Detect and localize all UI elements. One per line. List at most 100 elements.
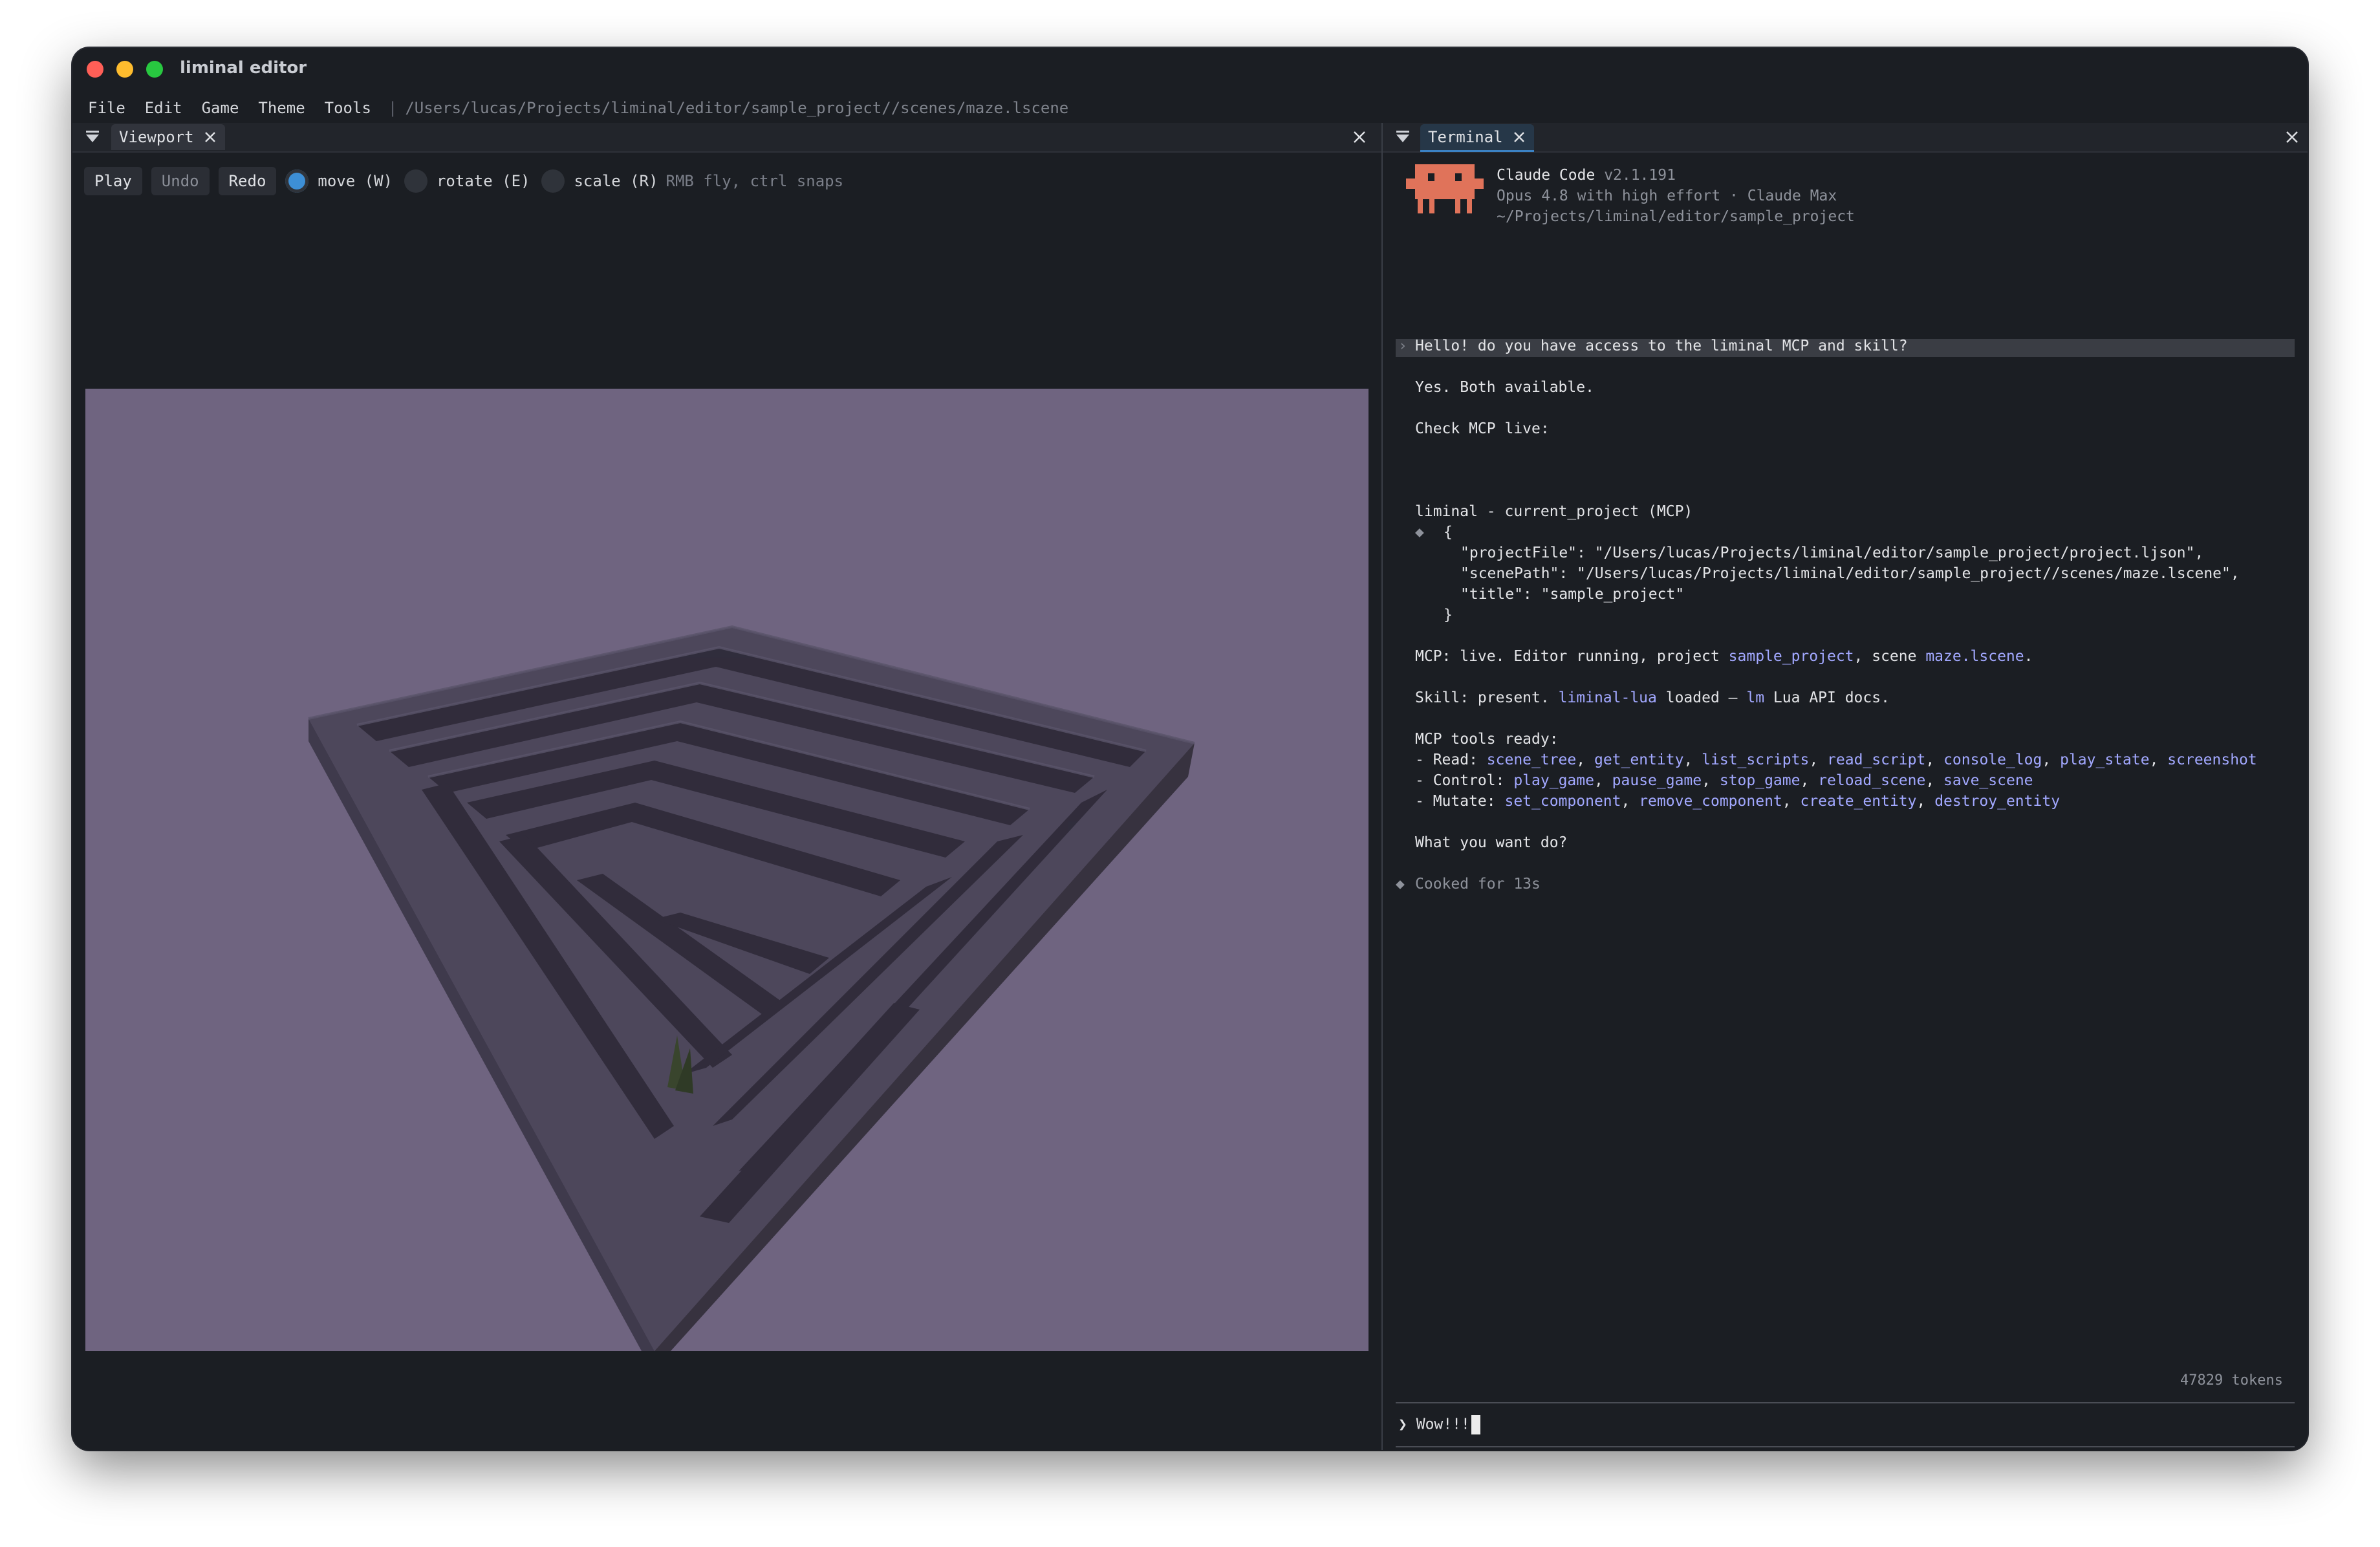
mcp-status-prefix: MCP: live. Editor running, project: [1415, 648, 1729, 665]
json-line-open: {: [1444, 524, 1453, 541]
scale-mode-radio[interactable]: [541, 169, 565, 193]
rotate-mode-radio[interactable]: [404, 169, 427, 193]
viewport-toolbar: Play Undo Redo move (W) rotate (E) scale…: [84, 166, 843, 197]
editor-window: liminal editor File Edit Game Theme Tool…: [72, 48, 2308, 1450]
user-message-marker: ›: [1398, 338, 1407, 354]
json-line-project: "projectFile": "/Users/lucas/Projects/li…: [1460, 545, 2204, 561]
tool-name: pause_game: [1612, 772, 1702, 789]
skill-status-mid: loaded —: [1656, 689, 1747, 706]
terminal-input-line[interactable]: ❯ Wow!!!: [1398, 1415, 1480, 1434]
viewport-hint: RMB fly, ctrl snaps: [665, 172, 844, 190]
claude-header-name: Claude Code v2.1.191: [1497, 167, 1676, 184]
input-value[interactable]: Wow!!!: [1416, 1416, 1470, 1433]
user-message: Hello! do you have access to the liminal…: [1415, 338, 1908, 354]
minimize-window-button[interactable]: [116, 61, 133, 78]
tool-separator: ,: [1925, 752, 1944, 768]
terminal-panel: Terminal Claude Code v2.1.191 Opus 4.8 w…: [1383, 123, 2308, 1450]
tool-name: remove_component: [1639, 793, 1782, 810]
title-bar: liminal editor: [72, 48, 2308, 89]
tool-name: list_scripts: [1702, 752, 1810, 768]
skill-status-suffix: Lua API docs.: [1764, 689, 1890, 706]
skill-lm-link: lm: [1746, 689, 1765, 706]
tool-separator: ,: [1702, 772, 1720, 789]
tool-separator: ,: [1594, 772, 1612, 789]
token-count: 47829 tokens: [2180, 1372, 2283, 1389]
json-line-close: }: [1444, 607, 1453, 623]
cooked-status: Cooked for 13s: [1415, 876, 1541, 892]
tool-group-label: - Read:: [1415, 752, 1487, 768]
input-prompt-icon: ❯: [1398, 1416, 1407, 1433]
tool-separator: ,: [1925, 772, 1944, 789]
mcp-project-link: sample_project: [1728, 648, 1854, 665]
scene-viewport[interactable]: [85, 389, 1368, 1351]
tool-name: destroy_entity: [1934, 793, 2061, 810]
reply-line-2: Check MCP live:: [1415, 420, 1550, 437]
viewport-tab-bar: Viewport: [72, 123, 1381, 153]
tool-group-label: - Mutate:: [1415, 793, 1505, 810]
move-mode-label: move (W): [318, 172, 393, 190]
mcp-scene-link: maze.lscene: [1925, 648, 2024, 665]
tool-call-line: liminal - current_project (MCP): [1415, 503, 1693, 520]
terminal-input[interactable]: ❯ Wow!!!: [1396, 1402, 2295, 1447]
skill-name-link: liminal-lua: [1558, 689, 1657, 706]
tool-result-marker: ◆: [1415, 524, 1424, 541]
tool-name: create_entity: [1800, 793, 1917, 810]
redo-button[interactable]: Redo: [218, 167, 277, 195]
mcp-status-line: MCP: live. Editor running, project sampl…: [1415, 648, 2033, 665]
tools-control-row: - Control: play_game, pause_game, stop_g…: [1415, 772, 2033, 789]
tool-name: play_game: [1513, 772, 1594, 789]
json-line-title: "title": "sample_project": [1460, 586, 1685, 603]
text-cursor: [1471, 1415, 1480, 1434]
scale-mode-label: scale (R): [574, 172, 658, 190]
tool-name: console_log: [1943, 752, 2042, 768]
tool-separator: ,: [1800, 772, 1819, 789]
skill-status-prefix: Skill: present.: [1415, 689, 1559, 706]
reply-line-1: Yes. Both available.: [1415, 379, 1594, 396]
cooked-marker: ◆: [1396, 876, 1405, 892]
window-title: liminal editor: [180, 58, 307, 78]
tool-separator: ,: [1621, 793, 1639, 810]
skill-status-line: Skill: present. liminal-lua loaded — lm …: [1415, 689, 1890, 706]
maximize-window-button[interactable]: [146, 61, 163, 78]
claude-cwd: ~/Projects/liminal/editor/sample_project: [1497, 208, 1855, 225]
move-mode-radio[interactable]: [285, 169, 309, 193]
tool-name: scene_tree: [1486, 752, 1577, 768]
close-window-button[interactable]: [87, 61, 103, 78]
undo-button[interactable]: Undo: [151, 167, 210, 195]
tools-heading: MCP tools ready:: [1415, 731, 1559, 748]
scene-path: /Users/lucas/Projects/liminal/editor/sam…: [405, 99, 1069, 117]
close-icon[interactable]: [203, 130, 217, 144]
tool-name: save_scene: [1943, 772, 2033, 789]
viewport-panel: Viewport Play Undo Redo move (W) rotate …: [72, 123, 1381, 1450]
tool-separator: ,: [2149, 752, 2168, 768]
question-line: What you want do?: [1415, 834, 1568, 851]
claude-logo-icon: [1406, 164, 1484, 213]
tool-name: get_entity: [1594, 752, 1684, 768]
menu-game[interactable]: Game: [202, 99, 239, 117]
claude-model: Opus 4.8 with high effort · Claude Max: [1497, 188, 1837, 204]
menu-file[interactable]: File: [88, 99, 125, 117]
terminal-content[interactable]: Claude Code v2.1.191 Opus 4.8 with high …: [1383, 123, 2308, 1450]
json-line-scene: "scenePath": "/Users/lucas/Projects/limi…: [1460, 565, 2240, 582]
tool-separator: ,: [1576, 752, 1594, 768]
tool-name: play_state: [2060, 752, 2150, 768]
menu-edit[interactable]: Edit: [145, 99, 182, 117]
panel-menu-icon[interactable]: [84, 128, 101, 145]
menu-theme[interactable]: Theme: [258, 99, 305, 117]
tool-separator: ,: [2042, 752, 2061, 768]
tool-separator: ,: [1782, 793, 1801, 810]
tool-name: set_component: [1504, 793, 1621, 810]
mcp-status-mid: , scene: [1854, 648, 1926, 665]
tool-name: read_script: [1827, 752, 1926, 768]
tab-viewport[interactable]: Viewport: [111, 124, 225, 150]
tool-name: reload_scene: [1818, 772, 1926, 789]
close-icon[interactable]: [1352, 129, 1367, 145]
tool-separator: ,: [1683, 752, 1702, 768]
menu-tools[interactable]: Tools: [325, 99, 371, 117]
tools-mutate-row: - Mutate: set_component, remove_componen…: [1415, 793, 2060, 810]
menu-separator: |: [387, 99, 398, 117]
tool-separator: ,: [1809, 752, 1828, 768]
tools-read-row: - Read: scene_tree, get_entity, list_scr…: [1415, 752, 2257, 768]
mcp-status-suffix: .: [2024, 648, 2033, 665]
play-button[interactable]: Play: [84, 167, 142, 195]
